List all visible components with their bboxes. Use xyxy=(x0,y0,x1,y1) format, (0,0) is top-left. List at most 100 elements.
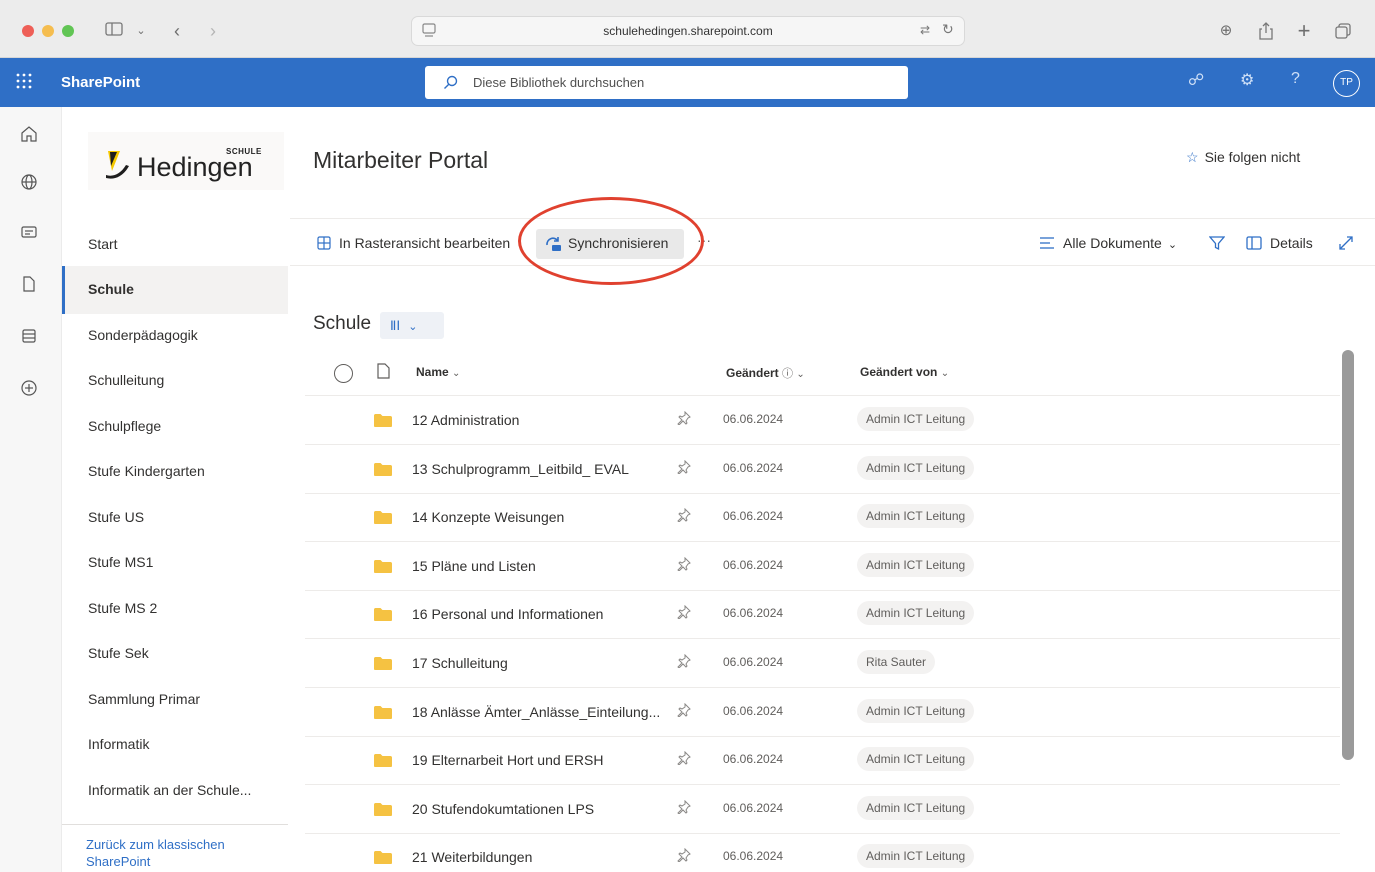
avatar[interactable]: TP xyxy=(1333,70,1360,97)
select-all-checkbox[interactable] xyxy=(334,364,353,383)
nav-item-sammlung-primar[interactable]: Sammlung Primar xyxy=(88,691,200,707)
file-name-link[interactable]: 21 Weiterbildungen xyxy=(412,849,532,865)
share-icon[interactable] xyxy=(1256,18,1276,44)
page-title[interactable]: Mitarbeiter Portal xyxy=(313,147,488,174)
pin-icon[interactable] xyxy=(677,653,693,670)
nav-item-stufe-ms1[interactable]: Stufe MS1 xyxy=(88,554,153,570)
table-row[interactable]: 18 Anlässe Ämter_Anlässe_Einteilung... 06… xyxy=(305,688,1340,737)
file-type-icon[interactable] xyxy=(377,363,390,384)
gear-icon[interactable]: ⚙ xyxy=(1240,70,1254,90)
nav-item-schulpflege[interactable]: Schulpflege xyxy=(88,418,161,434)
file-name-link[interactable]: 18 Anlässe Ämter_Anlässe_Einteilung... xyxy=(412,704,660,720)
column-header-name[interactable]: Name ⌄ xyxy=(416,365,460,379)
sidebar-toggle-icon[interactable] xyxy=(104,18,124,44)
column-header-modified-by[interactable]: Geändert von ⌄ xyxy=(860,365,949,379)
nav-item-informatik[interactable]: Informatik xyxy=(88,736,149,752)
globe-icon[interactable] xyxy=(20,173,42,195)
nav-item-informatik-an-der-schule[interactable]: Informatik an der Schule... xyxy=(88,782,251,798)
nav-item-stufe-kindergarten[interactable]: Stufe Kindergarten xyxy=(88,463,205,479)
address-bar[interactable]: schulehedingen.sharepoint.com ⇄ ↻ xyxy=(411,16,965,46)
modified-by-persona[interactable]: Admin ICT Leitung xyxy=(857,601,975,626)
folder-icon xyxy=(374,511,392,525)
home-icon[interactable] xyxy=(20,125,42,147)
nav-item-sonderpaedagogik[interactable]: Sonderpädagogik xyxy=(88,327,198,343)
site-logo[interactable]: SCHULE Hedingen xyxy=(88,132,284,190)
reload-icon[interactable]: ↻ xyxy=(942,21,954,38)
nav-item-schule[interactable]: Schule xyxy=(88,281,134,297)
library-view-switcher[interactable]: ⅡⅠ ⌄ xyxy=(380,312,444,339)
modified-by-persona[interactable]: Admin ICT Leitung xyxy=(857,407,975,431)
view-list-icon xyxy=(1040,237,1054,249)
modified-by-persona[interactable]: Admin ICT Leitung xyxy=(857,504,975,529)
search-input[interactable]: Diese Bibliothek durchsuchen xyxy=(425,66,908,99)
lists-icon[interactable] xyxy=(20,327,42,349)
create-icon[interactable] xyxy=(20,379,42,401)
new-tab-button[interactable]: + xyxy=(1294,18,1314,44)
zoom-window-button[interactable] xyxy=(62,25,74,37)
app-launcher-icon[interactable] xyxy=(15,72,37,94)
details-button[interactable]: Details xyxy=(1246,235,1313,251)
close-window-button[interactable] xyxy=(22,25,34,37)
file-name-link[interactable]: 17 Schulleitung xyxy=(412,655,508,671)
grid-edit-button[interactable]: In Rasteransicht bearbeiten xyxy=(317,235,510,251)
file-name-link[interactable]: 20 Stufendokumtationen LPS xyxy=(412,801,594,817)
modified-by-persona[interactable]: Admin ICT Leitung xyxy=(857,844,975,869)
pin-icon[interactable] xyxy=(677,556,693,573)
tab-overview-icon[interactable] xyxy=(1333,18,1353,44)
filter-icon[interactable] xyxy=(1208,235,1226,254)
pin-icon[interactable] xyxy=(677,507,693,524)
pin-icon[interactable] xyxy=(677,750,693,767)
table-row[interactable]: 14 Konzepte Weisungen 06.06.2024 Admin ICT… xyxy=(305,493,1340,543)
table-row[interactable]: 21 Weiterbildungen 06.06.2024 Admin ICT Le… xyxy=(305,833,1340,872)
file-name-link[interactable]: 13 Schulprogramm_Leitbild_ EVAL xyxy=(412,461,629,477)
file-name-link[interactable]: 16 Personal und Informationen xyxy=(412,606,603,622)
scrollbar[interactable] xyxy=(1342,350,1354,760)
forward-button[interactable]: › xyxy=(204,18,222,44)
table-row[interactable]: 19 Elternarbeit Hort und ERSH 06.06.2024 A… xyxy=(305,736,1340,786)
table-row[interactable]: 20 Stufendokumtationen LPS 06.06.2024 Admi… xyxy=(305,785,1340,834)
pin-icon[interactable] xyxy=(677,848,693,864)
modified-by-persona[interactable]: Rita Sauter xyxy=(857,650,936,674)
pin-icon[interactable] xyxy=(677,459,693,476)
chevron-down-icon[interactable]: ⌄ xyxy=(134,18,148,44)
help-icon[interactable]: ? xyxy=(1291,70,1300,88)
translate-icon[interactable]: ⇄ xyxy=(920,23,930,37)
pin-icon[interactable] xyxy=(677,605,693,621)
back-button[interactable]: ‹ xyxy=(168,18,186,44)
document-icon[interactable] xyxy=(20,275,42,297)
folder-icon xyxy=(374,754,392,768)
nav-item-stufe-us[interactable]: Stufe US xyxy=(88,509,144,525)
modified-by-persona[interactable]: Admin ICT Leitung xyxy=(857,698,975,723)
file-name-link[interactable]: 15 Pläne und Listen xyxy=(412,558,536,574)
modified-by-persona[interactable]: Admin ICT Leitung xyxy=(857,747,975,772)
modified-by-persona[interactable]: Admin ICT Leitung xyxy=(857,552,975,577)
pin-icon[interactable] xyxy=(677,799,693,816)
file-name-link[interactable]: 19 Elternarbeit Hort und ERSH xyxy=(412,752,603,768)
logo-mark-icon xyxy=(106,151,129,179)
downloads-icon[interactable]: ⊕ xyxy=(1216,18,1236,44)
nav-item-start[interactable]: Start xyxy=(88,236,118,252)
view-selector[interactable]: Alle Dokumente ⌄ xyxy=(1039,235,1177,251)
file-name-link[interactable]: 12 Administration xyxy=(412,412,519,428)
pin-icon[interactable] xyxy=(677,410,693,427)
table-row[interactable]: 16 Personal und Informationen 06.06.2024 A… xyxy=(305,590,1340,640)
nav-item-stufe-ms2[interactable]: Stufe MS 2 xyxy=(88,600,157,616)
nav-item-schulleitung[interactable]: Schulleitung xyxy=(88,372,164,388)
expand-icon[interactable] xyxy=(1338,235,1354,254)
table-row[interactable]: 15 Pläne und Listen 06.06.2024 Admin ICT L… xyxy=(305,542,1340,591)
modified-by-persona[interactable]: Admin ICT Leitung xyxy=(857,795,975,820)
share-network-icon[interactable]: ☍ xyxy=(1188,70,1204,90)
table-row[interactable]: 12 Administration 06.06.2024 Admin ICT Lei… xyxy=(305,396,1340,445)
minimize-window-button[interactable] xyxy=(42,25,54,37)
file-name-link[interactable]: 14 Konzepte Weisungen xyxy=(412,509,564,525)
table-row[interactable]: 17 Schulleitung 06.06.2024 Rita Sauter xyxy=(305,639,1340,688)
sharepoint-brand-link[interactable]: SharePoint xyxy=(61,74,140,91)
table-row[interactable]: 13 Schulprogramm_Leitbild_ EVAL 06.06.202… xyxy=(305,445,1340,494)
nav-item-stufe-sek[interactable]: Stufe Sek xyxy=(88,645,149,661)
modified-by-persona[interactable]: Admin ICT Leitung xyxy=(857,455,975,480)
pin-icon[interactable] xyxy=(677,702,693,719)
classic-sharepoint-link[interactable]: Zurück zum klassischen SharePoint xyxy=(86,836,276,870)
follow-button[interactable]: ☆ Sie folgen nicht xyxy=(1186,149,1300,166)
news-icon[interactable] xyxy=(20,223,42,245)
column-header-modified[interactable]: Geändert ⓘ ⌄ xyxy=(726,365,805,381)
